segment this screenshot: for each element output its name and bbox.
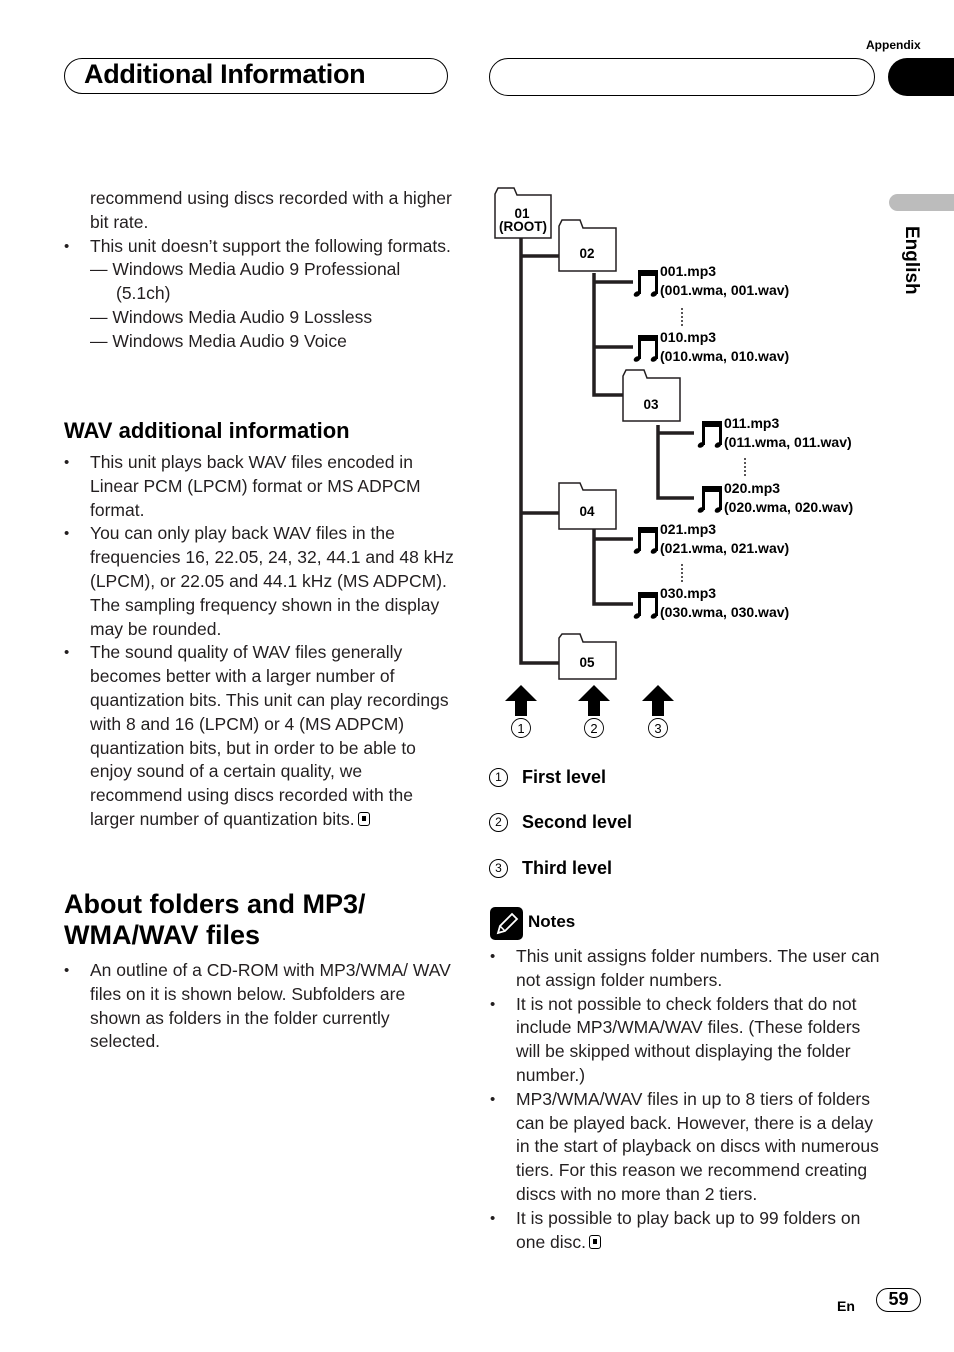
file-alternates: (011.wma, 011.wav) [724,434,852,450]
legend-item: 3 Third level [489,858,612,879]
file-name: 011.mp3 [724,415,780,431]
wav-bullet-last: The sound quality of WAV files generally… [64,641,456,831]
language-tab-marker [889,194,954,211]
notes-list: This unit assigns folder numbers. The us… [490,945,882,1254]
level-marker: 3 [654,721,661,736]
music-note-icon [632,592,659,620]
end-of-section-icon [357,811,370,826]
intro-continuation: recommend using discs recorded with a hi… [90,188,452,232]
note-text: It is possible to play back up to 99 fol… [516,1207,861,1252]
left-column-top: recommend using discs recorded with a hi… [64,187,456,354]
notes-pencil-icon [490,907,523,940]
level-arrow-icon [578,685,610,716]
legend-number: 1 [489,768,508,787]
page-title: Additional Information [84,59,366,89]
file-name: 001.mp3 [660,263,717,279]
file-entry: 011.mp3 (011.wma, 011.wav) [724,414,852,452]
page-number: 59 [876,1288,921,1312]
section-label: Appendix [866,38,921,52]
legend-label: Second level [522,812,633,832]
file-alternates: (030.wma, 030.wav) [660,604,790,620]
file-alternates: (020.wma, 020.wav) [724,499,854,515]
unsupported-formats-bullet: This unit doesn’t support the following … [64,235,456,259]
file-entry: 030.mp3 (030.wma, 030.wav) [660,584,789,622]
note-item: It is not possible to check folders that… [490,993,882,1088]
wav-heading: WAV additional information [64,418,350,443]
notes-title: Notes [528,912,576,931]
folders-section: About folders and MP3/ WMA/WAV files [64,889,456,951]
file-alternates: (010.wma, 010.wav) [660,348,790,364]
chapter-tab [888,58,954,96]
wav-bullet-text: The sound quality of WAV files generally… [90,642,449,829]
legend-label: Third level [522,858,613,878]
folder-05-label: 05 [579,655,595,670]
legend-label: First level [522,767,607,787]
file-name: 020.mp3 [724,480,781,496]
legend-item: 2 Second level [489,812,632,833]
music-note-icon [632,270,659,298]
folders-heading: About folders and MP3/ WMA/WAV files [64,889,366,950]
level-arrow-icon [505,685,537,716]
level-arrow-icon [642,685,674,716]
legend-item: 1 First level [489,767,606,788]
note-item: This unit assigns folder numbers. The us… [490,945,882,993]
file-entry: 020.mp3 (020.wma, 020.wav) [724,479,853,517]
folders-bullet: An outline of a CD-ROM with MP3/WMA/ WAV… [64,959,456,1054]
music-note-icon [696,421,723,449]
folder-01-root-label: (ROOT) [499,219,547,234]
file-entry: 001.mp3 (001.wma, 001.wav) [660,262,789,300]
music-note-icon [696,486,723,514]
wav-bullets: This unit plays back WAV files encoded i… [64,451,456,832]
end-of-section-icon [589,1234,602,1249]
wav-bullet: You can only play back WAV files in the … [64,522,456,641]
file-alternates: (021.wma, 021.wav) [660,540,790,556]
file-alternates: (001.wma, 001.wav) [660,282,790,298]
footer-language-code: En [837,1298,855,1314]
music-note-icon [632,335,659,363]
level-marker: 2 [590,721,597,736]
wav-section: WAV additional information [64,418,456,444]
file-entry: 010.mp3 (010.wma, 010.wav) [660,328,789,366]
folder-03-label: 03 [643,397,659,412]
language-tab-label: English [901,226,922,295]
folder-icon [622,369,681,422]
legend-number: 3 [489,859,508,878]
unsupported-format-item: — Windows Media Audio 9 Lossless [90,306,373,327]
wav-bullet: This unit plays back WAV files encoded i… [64,451,456,522]
file-entry: 021.mp3 (021.wma, 021.wav) [660,520,789,558]
folder-04-label: 04 [579,504,595,519]
file-name: 010.mp3 [660,329,717,345]
note-item-last: It is possible to play back up to 99 fol… [490,1207,882,1255]
unsupported-format-item: — Windows Media Audio 9 Voice [90,330,347,351]
unsupported-format-item: — Windows Media Audio 9 Professional (5.… [90,259,401,304]
legend-number: 2 [489,813,508,832]
file-name: 021.mp3 [660,521,717,537]
file-name: 030.mp3 [660,585,717,601]
header-blank-frame [489,58,875,96]
note-item: MP3/WMA/WAV files in up to 8 tiers of fo… [490,1088,882,1207]
level-marker: 1 [517,721,524,736]
folders-intro: An outline of a CD-ROM with MP3/WMA/ WAV… [64,959,456,1054]
folder-02-label: 02 [579,246,594,261]
music-note-icon [632,527,659,555]
